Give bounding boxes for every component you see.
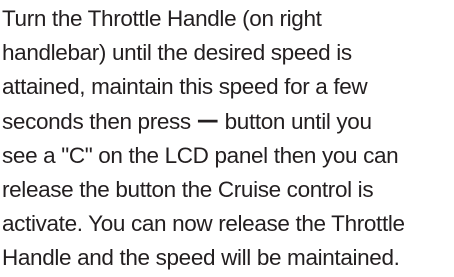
instruction-line-2: handlebar) until the desired speed is: [2, 40, 352, 65]
instruction-line-4-start: seconds then press: [2, 109, 197, 134]
instruction-line-1: Turn the Throttle Handle (on right: [2, 6, 322, 31]
instruction-line-6: release the button the Cruise control is: [2, 177, 374, 202]
instruction-paragraph: Turn the Throttle Handle (on right handl…: [0, 0, 454, 277]
instruction-line-3: attained, maintain this speed for a few: [2, 74, 368, 99]
instruction-line-4-end: button until you: [218, 109, 372, 134]
instruction-line-7: activate. You can now release the Thrott…: [2, 211, 405, 236]
minus-button-icon: —: [196, 108, 219, 133]
instruction-line-5: see a "C" on the LCD panel then you can: [2, 143, 399, 168]
instruction-line-8: Handle and the speed will be maintained.: [2, 245, 400, 270]
instruction-line-4: seconds then press — button until you: [2, 104, 454, 139]
